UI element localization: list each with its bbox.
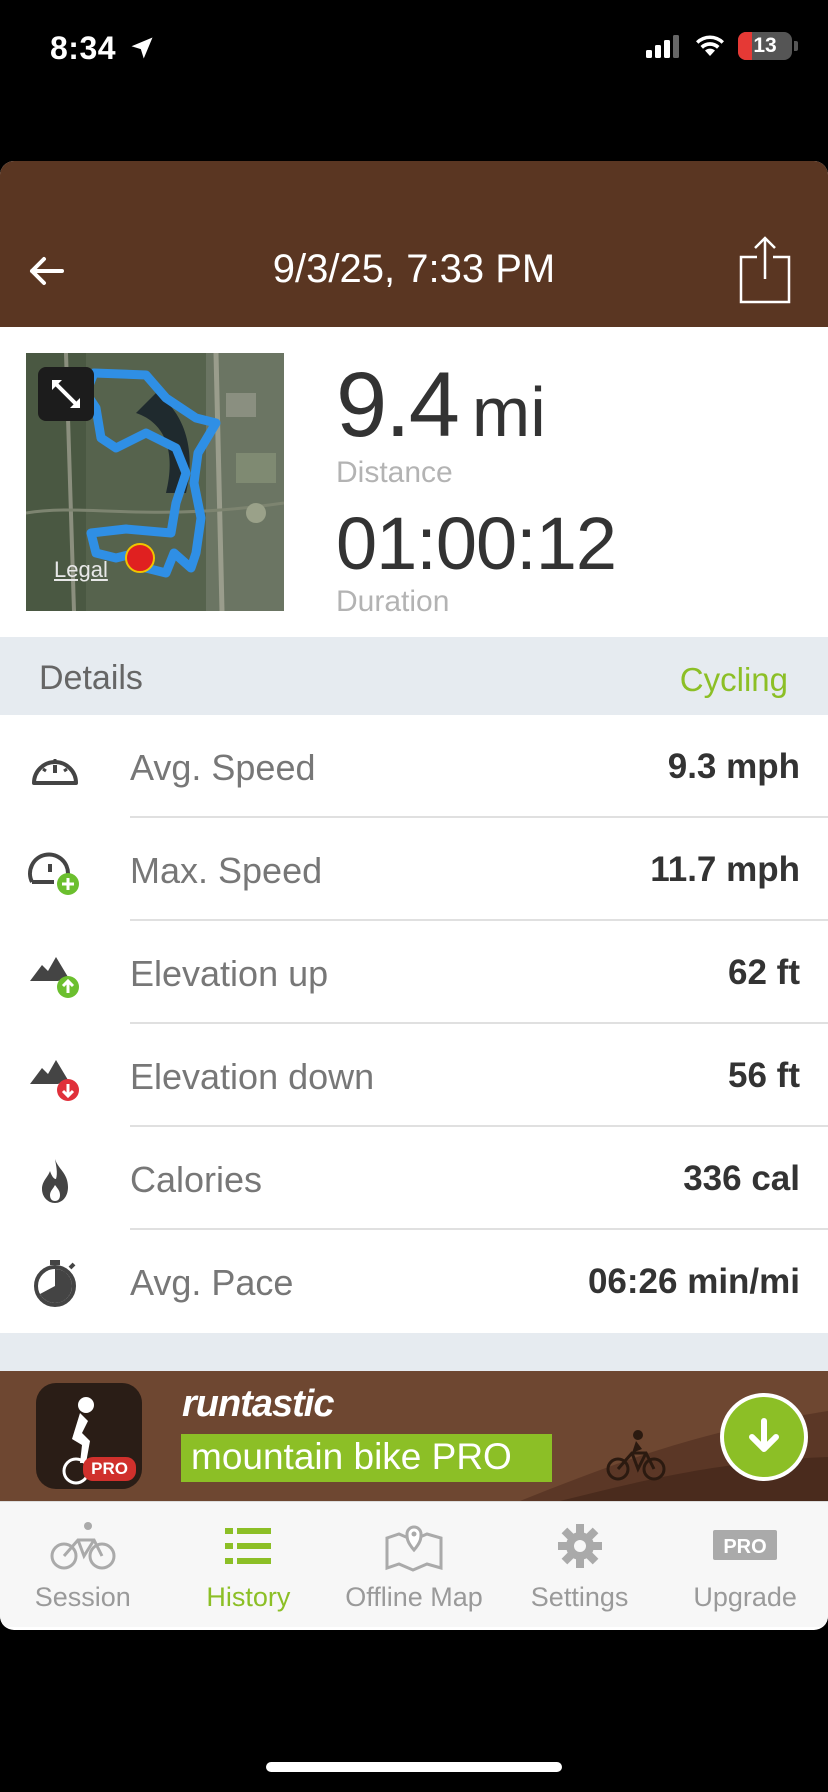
detail-label: Avg. Speed (130, 747, 316, 788)
detail-row-elevation-down: Elevation down 56 ft (0, 1024, 828, 1127)
tab-bar: Session History Offline Map Settings PRO… (0, 1501, 828, 1627)
detail-row-avg-pace: Avg. Pace 06:26 min/mi (0, 1230, 828, 1333)
section-gap (0, 1333, 828, 1371)
tab-label: Upgrade (693, 1582, 797, 1612)
status-bar: 8:34 13 (0, 0, 828, 100)
details-header: Details Cycling (0, 637, 828, 715)
tab-label: Offline Map (345, 1582, 483, 1612)
detail-row-avg-speed: Avg. Speed 9.3 mph (0, 715, 828, 818)
promo-banner[interactable]: PRO runtastic mountain bike PRO (0, 1371, 828, 1501)
app-window: 9/3/25, 7:33 PM Legal 9.4 mi Distance 01… (0, 161, 828, 1630)
tab-history[interactable]: History (166, 1502, 332, 1627)
cyclist-icon (606, 1430, 666, 1481)
distance-label: Distance (336, 456, 453, 489)
details-title: Details (39, 659, 143, 697)
details-list: Avg. Speed 9.3 mph Max. Speed 11.7 mph E… (0, 715, 828, 1333)
pro-badge: PRO (83, 1457, 136, 1481)
detail-row-elevation-up: Elevation up 62 ft (0, 921, 828, 1024)
app-icon[interactable]: PRO (36, 1383, 142, 1489)
detail-label: Avg. Pace (130, 1262, 294, 1303)
elevation-down-icon (30, 1060, 79, 1101)
flame-icon (42, 1159, 68, 1203)
status-time: 8:34 (50, 30, 117, 66)
tab-label: Settings (530, 1582, 629, 1612)
gear-icon (557, 1524, 602, 1568)
page-title: 9/3/25, 7:33 PM (272, 247, 556, 291)
sport-type: Cycling (679, 661, 788, 698)
bicycle-icon (50, 1522, 116, 1570)
map-pin-icon (385, 1525, 443, 1572)
map-legal-link[interactable]: Legal (54, 557, 108, 583)
distance-unit: mi (471, 373, 546, 451)
battery-icon: 13 (738, 32, 792, 60)
signal-icon (646, 35, 679, 58)
distance-value: 9.4 (336, 354, 460, 456)
svg-text:PRO: PRO (724, 1536, 767, 1558)
max-speed-icon (28, 852, 79, 895)
stopwatch-icon (34, 1260, 76, 1307)
home-indicator[interactable] (266, 1762, 562, 1772)
duration-label: Duration (336, 585, 450, 618)
wifi-icon (696, 35, 724, 56)
detail-value: 62 ft (728, 953, 800, 992)
detail-label: Calories (130, 1159, 263, 1200)
detail-value: 336 cal (683, 1159, 800, 1198)
detail-row-calories: Calories 336 cal (0, 1127, 828, 1230)
location-arrow-icon (131, 37, 153, 59)
banner-brand: runtastic (182, 1383, 334, 1425)
detail-label: Elevation down (130, 1056, 375, 1097)
detail-value: 56 ft (728, 1056, 800, 1095)
battery-level: 13 (753, 34, 777, 57)
pro-icon: PRO (713, 1530, 778, 1560)
speedometer-icon (32, 759, 78, 785)
header-bar: 9/3/25, 7:33 PM (0, 161, 828, 327)
tab-settings[interactable]: Settings (497, 1502, 663, 1627)
duration-stat: 01:00:12 Duration (336, 502, 617, 619)
tab-session[interactable]: Session (0, 1502, 166, 1627)
route-map[interactable]: Legal (26, 353, 284, 611)
expand-icon (52, 380, 80, 408)
list-icon (225, 1528, 272, 1564)
detail-row-max-speed: Max. Speed 11.7 mph (0, 818, 828, 921)
duration-value: 01:00:12 (336, 502, 617, 585)
distance-stat: 9.4 mi Distance (336, 359, 546, 490)
detail-value: 06:26 min/mi (587, 1262, 800, 1301)
detail-label: Elevation up (130, 953, 329, 994)
tab-label: History (206, 1582, 291, 1612)
tab-offline-map[interactable]: Offline Map (331, 1502, 497, 1627)
share-icon[interactable] (738, 235, 792, 305)
activity-summary: Legal 9.4 mi Distance 01:00:12 Duration (0, 327, 828, 637)
expand-map-button[interactable] (38, 367, 94, 421)
tab-label: Session (34, 1582, 131, 1612)
detail-value: 11.7 mph (650, 850, 800, 889)
elevation-up-icon (30, 957, 79, 998)
banner-product: mountain bike PRO (181, 1434, 552, 1482)
download-button[interactable] (720, 1393, 808, 1481)
status-icons: 13 (646, 32, 798, 60)
download-arrow-icon (749, 1418, 779, 1452)
detail-value: 9.3 mph (667, 747, 800, 786)
detail-label: Max. Speed (130, 850, 323, 891)
tab-upgrade[interactable]: PRO Upgrade (662, 1502, 828, 1627)
